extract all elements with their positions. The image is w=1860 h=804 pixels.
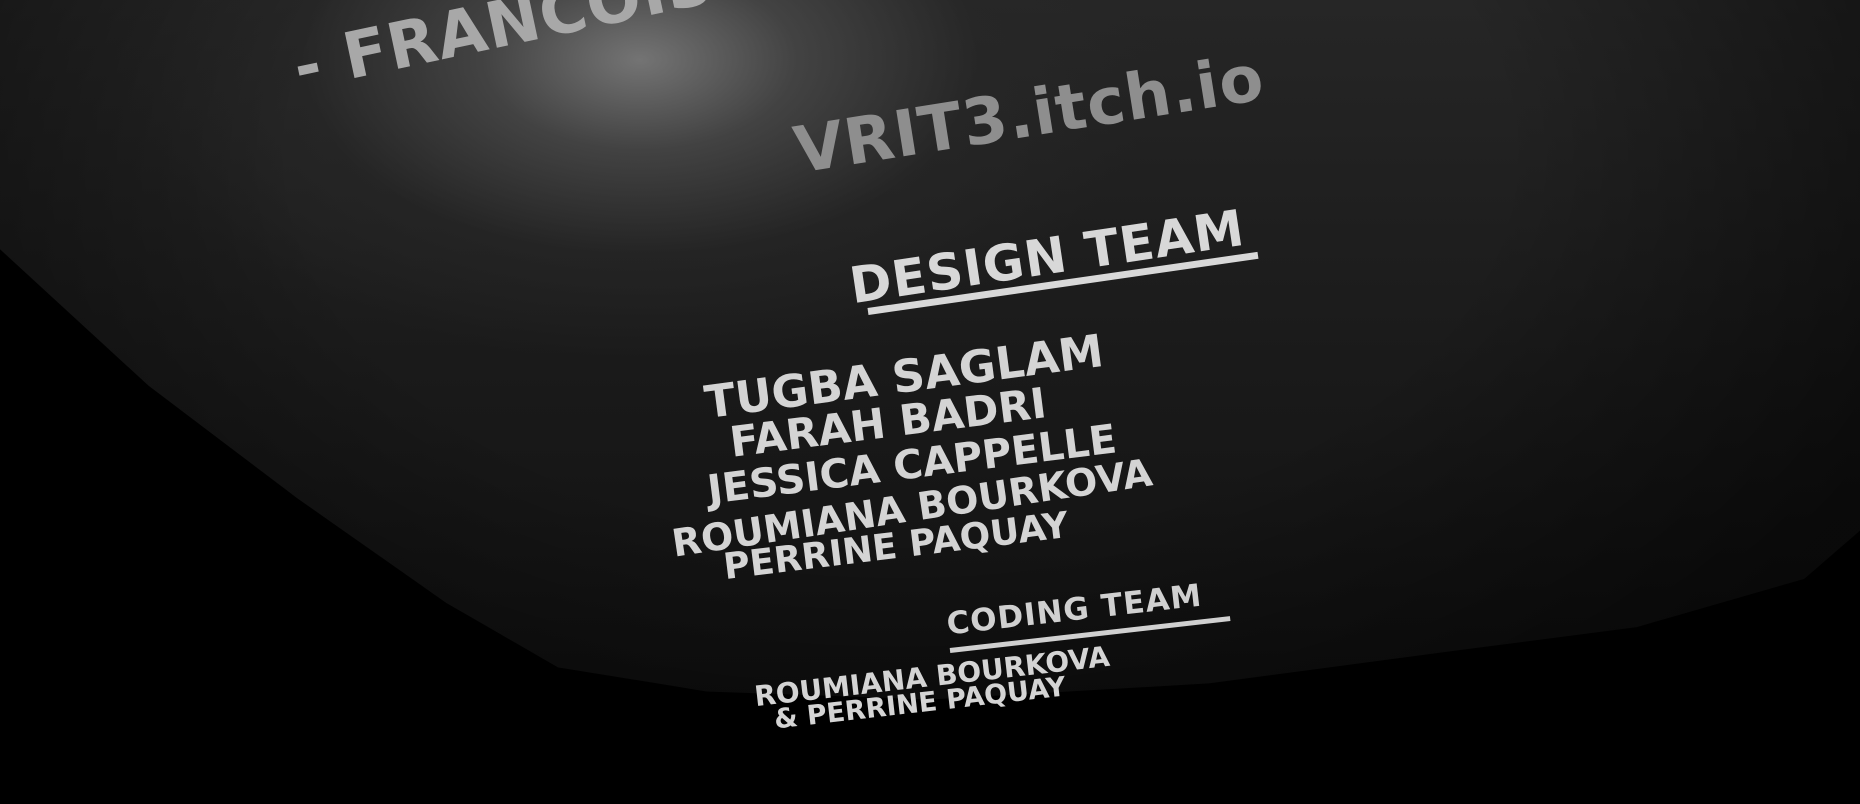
credits-scene: - FRANCOIS VRIT3.itch.io DESIGN TEAM TUG… [0, 0, 1860, 804]
